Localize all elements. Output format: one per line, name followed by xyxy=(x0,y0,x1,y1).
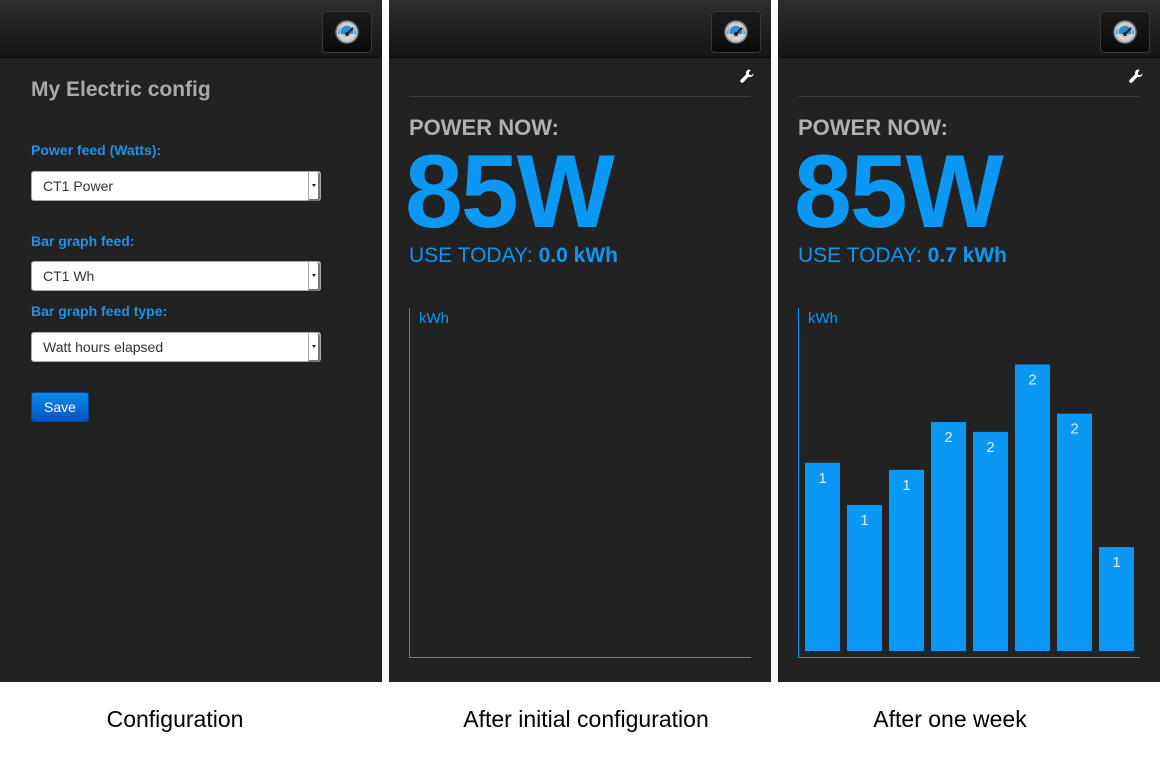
use-today-value: 0.0 kWh xyxy=(538,244,618,267)
bar xyxy=(931,422,966,651)
top-bar xyxy=(778,0,1160,58)
bar xyxy=(973,431,1008,651)
config-title: My Electric config xyxy=(31,78,211,101)
caption-config: Configuration xyxy=(106,706,244,732)
week-dashboard-panel: POWER NOW: 85W USE TODAY: 0.7 kWh kWh 11… xyxy=(778,0,1160,682)
bar-feed-select[interactable]: CT1 Wh xyxy=(31,261,321,291)
bar-value-label: 1 xyxy=(818,470,826,487)
use-today: USE TODAY: 0.7 kWh xyxy=(798,244,1007,268)
use-today: USE TODAY: 0.0 kWh xyxy=(409,244,618,268)
power-feed-select[interactable]: CT1 Power xyxy=(31,171,321,201)
caption-week: After one week xyxy=(873,706,1027,732)
y-unit-label: kWh xyxy=(419,310,449,327)
bar xyxy=(889,469,924,651)
save-button[interactable]: Save xyxy=(31,392,89,422)
chevron-down-icon xyxy=(308,262,320,291)
divider xyxy=(798,96,1140,97)
power-now-value: 85W xyxy=(405,134,615,250)
dashboard-gauge-icon xyxy=(335,20,359,44)
power-feed-label: Power feed (Watts): xyxy=(31,142,162,158)
power-now-value: 85W xyxy=(794,134,1004,250)
bar-type-label: Bar graph feed type: xyxy=(31,303,168,319)
bar-value-label: 1 xyxy=(860,512,868,529)
bar xyxy=(1057,413,1092,651)
bar-value-label: 2 xyxy=(1070,421,1078,438)
bar-value-label: 2 xyxy=(1028,371,1036,388)
config-panel: My Electric config Power feed (Watts): C… xyxy=(0,0,382,682)
bar-feed-value: CT1 Wh xyxy=(43,268,95,284)
bar-value-label: 2 xyxy=(944,429,952,446)
dashboard-button[interactable] xyxy=(711,11,761,53)
usage-bar-graph: kWh xyxy=(409,308,751,659)
caption-initial: After initial configuration xyxy=(463,706,709,732)
chevron-down-icon xyxy=(308,333,320,362)
wrench-icon[interactable] xyxy=(1129,69,1143,83)
use-today-label: USE TODAY: xyxy=(798,244,922,267)
bar-type-value: Watt hours elapsed xyxy=(43,339,164,355)
use-today-value: 0.7 kWh xyxy=(927,244,1007,267)
use-today-label: USE TODAY: xyxy=(409,244,533,267)
chart-svg: kWh 1 1 1 2 2 2 2 1 xyxy=(798,308,1140,658)
bar-value-label: 1 xyxy=(902,477,910,494)
bar-value-label: 1 xyxy=(1112,554,1120,571)
bar xyxy=(1015,364,1050,651)
chevron-down-icon xyxy=(308,172,320,201)
dashboard-gauge-icon xyxy=(724,20,748,44)
bar-value-label: 2 xyxy=(986,439,994,456)
divider xyxy=(409,96,751,97)
power-feed-value: CT1 Power xyxy=(43,178,114,194)
dashboard-button[interactable] xyxy=(1100,11,1150,53)
top-bar xyxy=(389,0,771,58)
wrench-icon[interactable] xyxy=(740,69,754,83)
bar-feed-label: Bar graph feed: xyxy=(31,233,135,249)
bar xyxy=(805,462,840,651)
dashboard-button[interactable] xyxy=(322,11,372,53)
usage-bar-graph: kWh 1 1 1 2 2 2 2 1 xyxy=(798,308,1140,659)
bar-type-select[interactable]: Watt hours elapsed xyxy=(31,332,321,362)
top-bar xyxy=(0,0,382,58)
y-unit-label: kWh xyxy=(808,310,838,327)
chart-svg: kWh xyxy=(409,308,751,658)
initial-dashboard-panel: POWER NOW: 85W USE TODAY: 0.0 kWh kWh xyxy=(389,0,771,682)
dashboard-gauge-icon xyxy=(1113,20,1137,44)
